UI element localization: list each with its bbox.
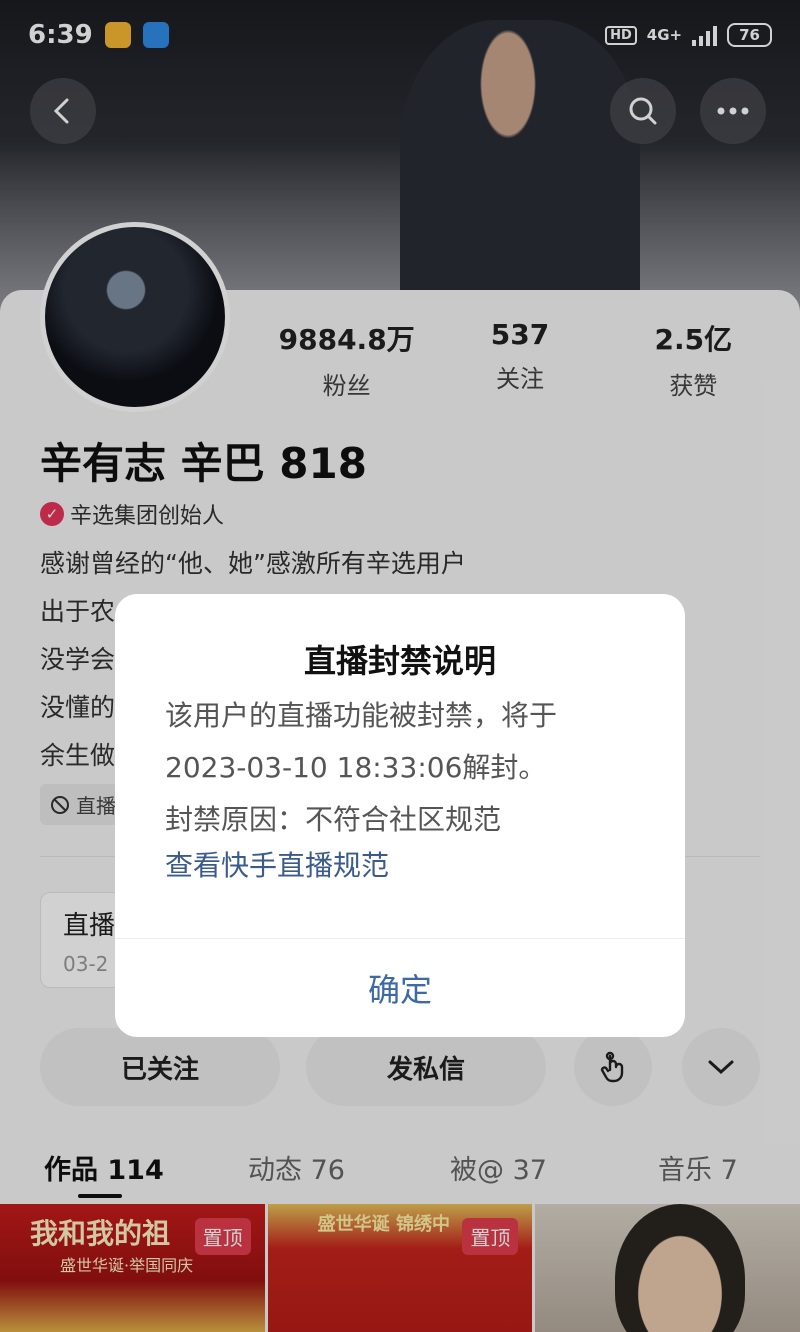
dialog-line: 该用户的直播功能被封禁，将于 <box>165 699 558 732</box>
confirm-label: 确定 <box>367 970 432 1009</box>
confirm-button[interactable]: 确定 <box>115 938 685 1037</box>
dialog-body: 该用户的直播功能被封禁，将于 2023-03-10 18:33:06解封。 封禁… <box>165 690 645 846</box>
live-ban-dialog: 直播封禁说明 该用户的直播功能被封禁，将于 2023-03-10 18:33:0… <box>115 594 685 1037</box>
dialog-title: 直播封禁说明 <box>303 642 496 680</box>
dialog-line: 2023-03-10 18:33:06解封。 <box>165 751 547 784</box>
live-rules-link[interactable]: 查看快手直播规范 <box>165 844 389 884</box>
dialog-line: 封禁原因：不符合社区规范 <box>165 803 502 836</box>
